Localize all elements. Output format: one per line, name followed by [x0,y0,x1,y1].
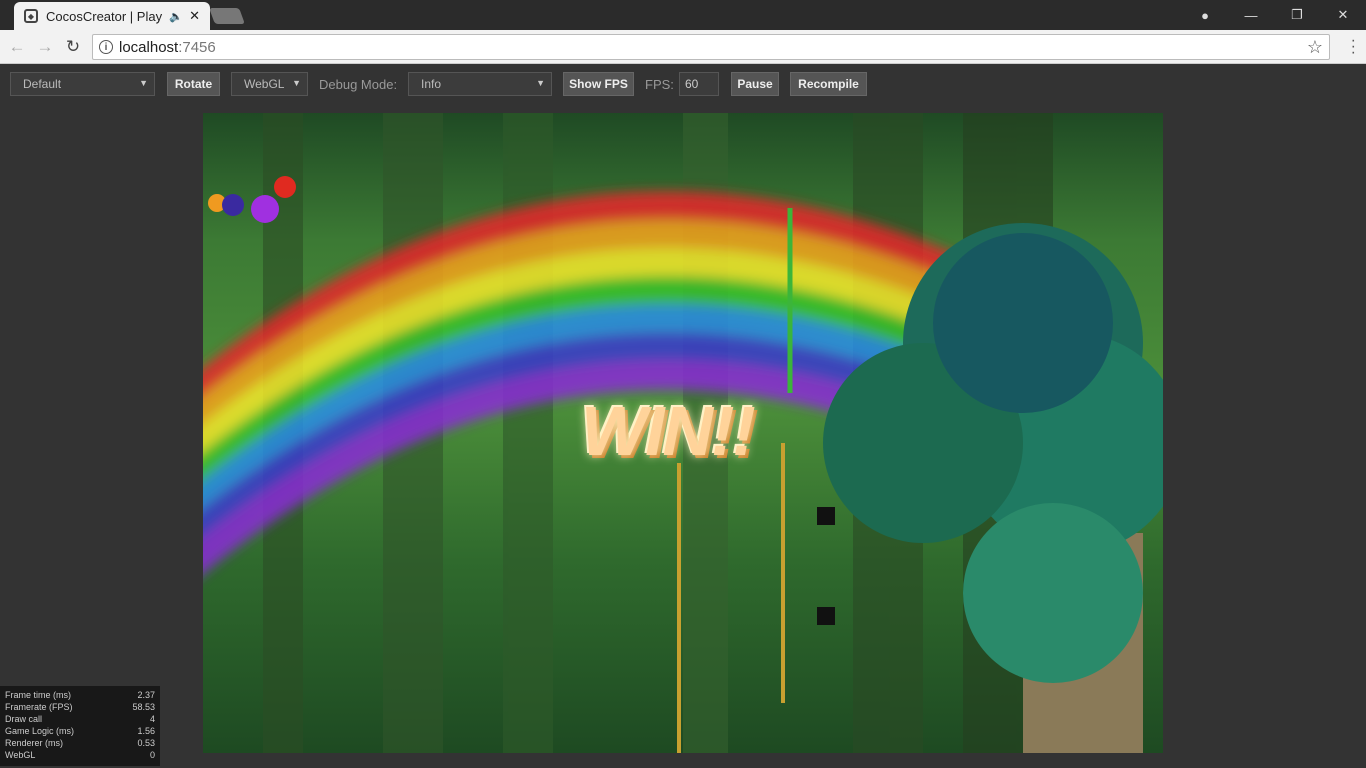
stat-row: Framerate (FPS) 58.53 [5,701,155,713]
win-text: WIN!! [581,392,756,470]
dark-block [817,507,835,525]
browser-menu-icon[interactable]: · · · [1351,33,1356,61]
url-port: :7456 [178,38,216,56]
game-canvas[interactable]: WIN!! [203,113,1163,753]
stat-value: 0 [149,750,155,760]
chevron-down-icon: ▼ [139,78,148,88]
stat-value: 58.53 [132,702,155,712]
stat-row: Game Logic (ms) 1.56 [5,725,155,737]
debug-mode-select[interactable]: Info ▼ [408,72,552,96]
chevron-down-icon: ▼ [536,78,545,88]
device-select[interactable]: Default ▼ [10,72,155,96]
reload-icon[interactable]: ↻ [62,36,84,58]
url-host: localhost [119,38,179,56]
debug-mode-label: Debug Mode: [319,77,398,92]
minimize-icon[interactable]: — [1228,0,1274,30]
fps-input[interactable] [679,72,719,96]
stat-label: WebGL [5,750,36,760]
stat-value: 0.53 [137,738,155,748]
fps-label: FPS: [645,77,674,92]
browser-titlebar: ◆ CocosCreator | Play 🔈 ✕ ● — ❐ ✕ [0,0,1366,30]
stat-row: Renderer (ms) 0.53 [5,737,155,749]
new-tab-button[interactable] [209,8,245,24]
restore-icon[interactable]: ❐ [1274,0,1320,30]
stat-label: Frame time (ms) [5,690,71,700]
stat-value: 4 [149,714,155,724]
profile-icon[interactable]: ● [1182,0,1228,30]
site-info-icon[interactable]: i [99,40,113,54]
recompile-button[interactable]: Recompile [790,72,867,96]
chevron-down-icon: ▼ [292,78,301,88]
close-tab-icon[interactable]: ✕ [189,8,200,24]
back-icon[interactable]: ← [6,36,28,58]
stat-value: 1.56 [137,726,155,736]
stat-label: Game Logic (ms) [5,726,75,736]
close-window-icon[interactable]: ✕ [1320,0,1366,30]
cocos-favicon-icon: ◆ [24,9,38,23]
device-select-value: Default [23,77,62,91]
rotate-button[interactable]: Rotate [167,72,220,96]
stat-label: Draw call [5,714,43,724]
debug-mode-value: Info [421,77,442,91]
renderer-select[interactable]: WebGL ▼ [231,72,308,96]
browser-addressbar: ← → ↻ i localhost:7456 ☆ · · · [0,30,1366,64]
forward-icon[interactable]: → [34,36,56,58]
stat-row: WebGL 0 [5,749,155,761]
stat-label: Framerate (FPS) [5,702,73,712]
dark-block [817,607,835,625]
stat-row: Frame time (ms) 2.37 [5,689,155,701]
profiler-stats: Frame time (ms) 2.37 Framerate (FPS) 58.53 D… [0,686,160,766]
tab-title: CocosCreator | Play [46,8,163,24]
renderer-select-value: WebGL [244,77,285,91]
speaker-icon[interactable]: 🔈 [169,10,183,23]
stat-value: 2.37 [137,690,155,700]
bookmark-star-icon[interactable]: ☆ [1307,37,1323,58]
show-fps-button[interactable]: Show FPS [563,72,634,96]
url-bar[interactable]: i localhost:7456 ☆ [92,34,1330,60]
pause-button[interactable]: Pause [731,72,779,96]
stat-label: Renderer (ms) [5,738,64,748]
browser-tab[interactable]: ◆ CocosCreator | Play 🔈 ✕ [14,2,210,30]
stat-row: Draw call 4 [5,713,155,725]
